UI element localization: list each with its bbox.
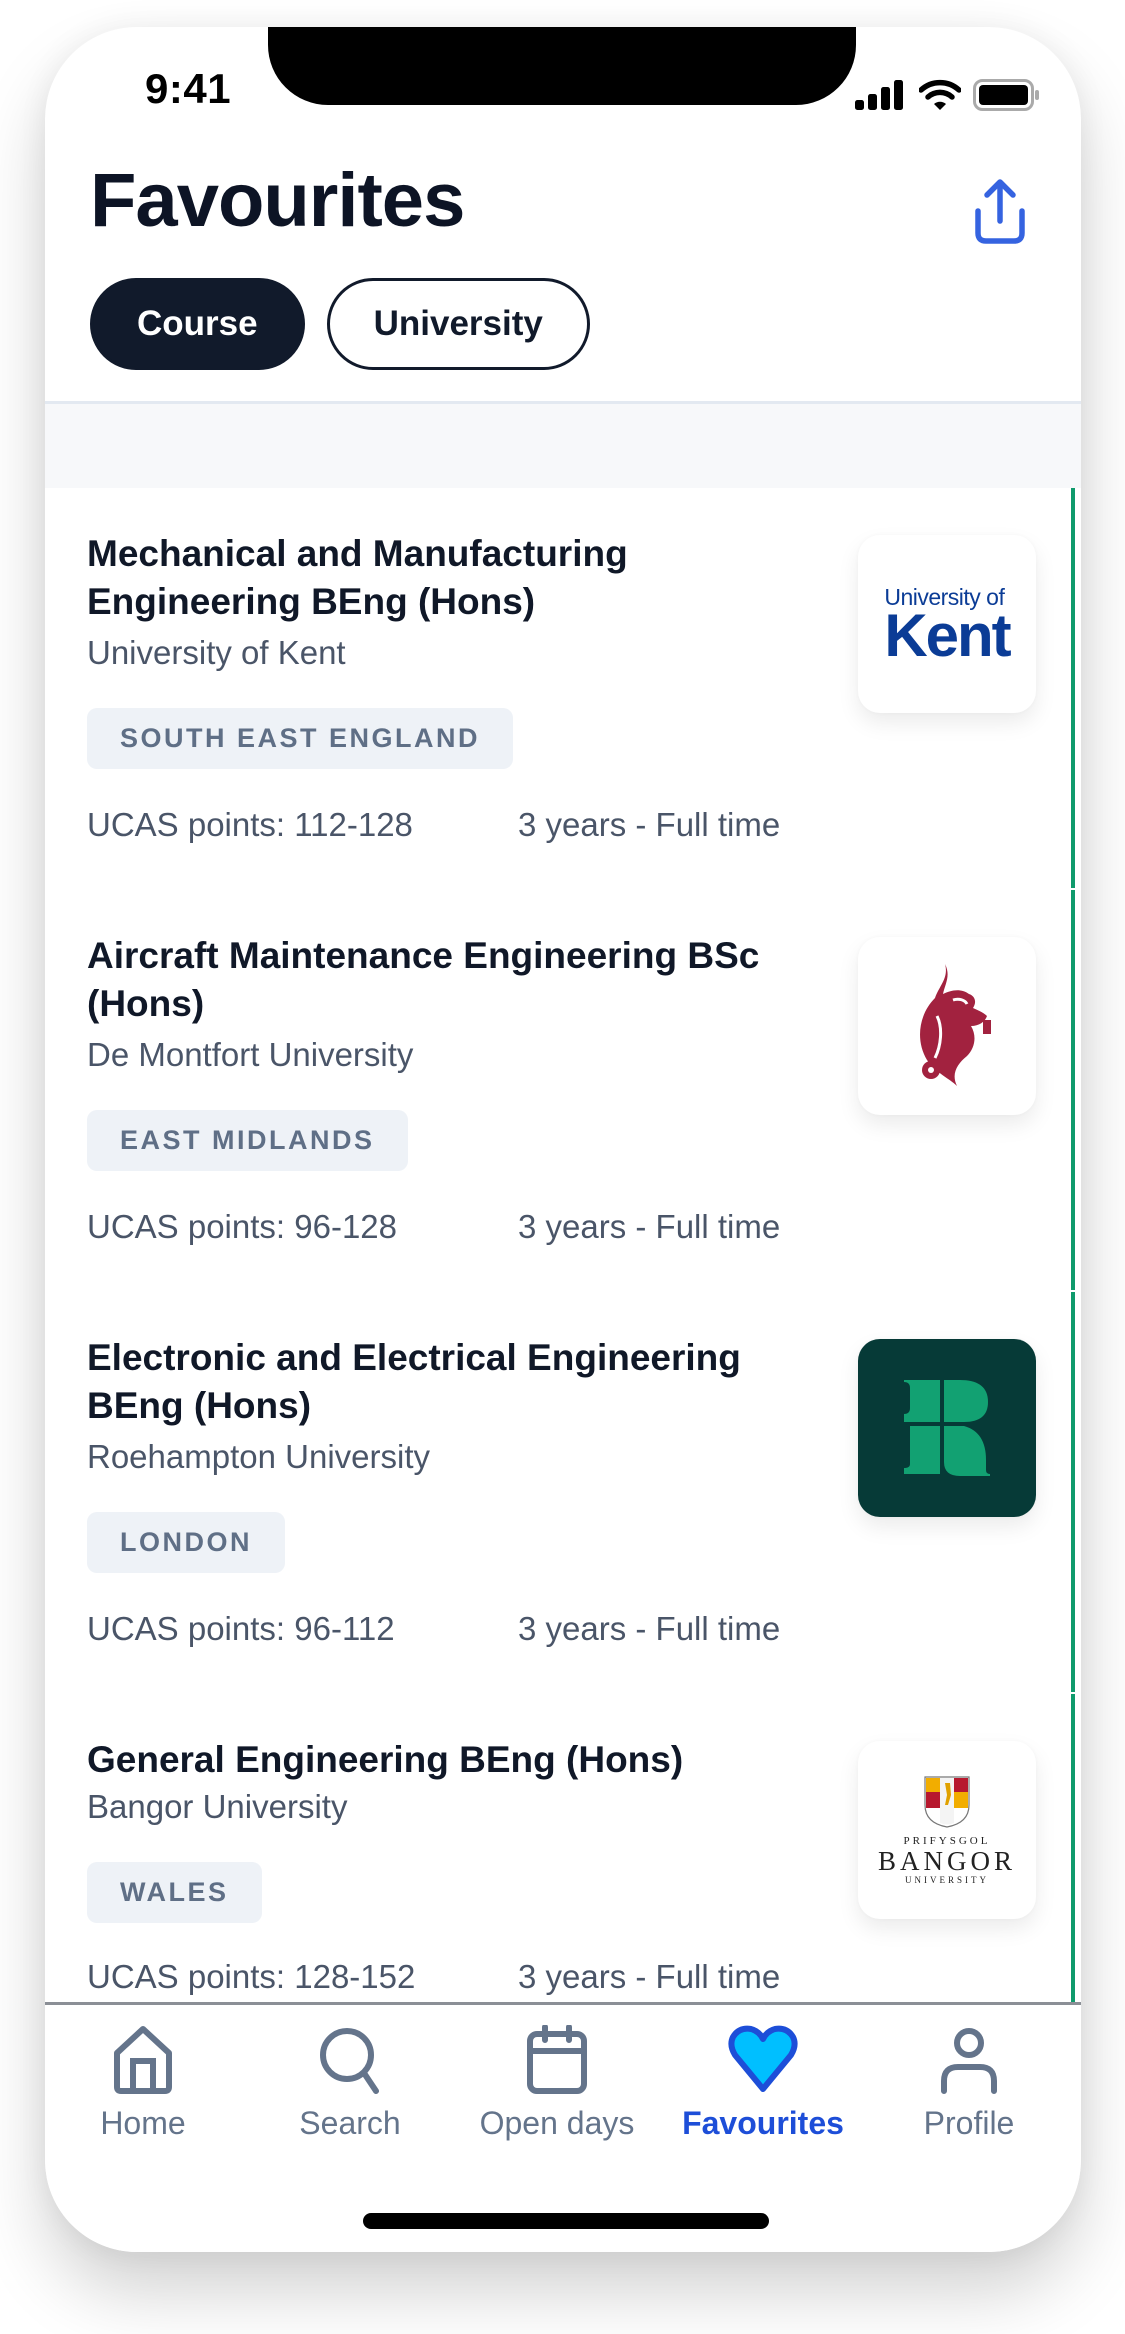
course-card[interactable]: Aircraft Maintenance Engineering BSc (Ho… <box>45 890 1075 1290</box>
nav-profile[interactable]: Profile <box>869 2025 1069 2142</box>
ucas-points: UCAS points: 112-128 <box>87 806 413 843</box>
list-top-spacer <box>45 404 1081 488</box>
tab-course[interactable]: Course <box>90 278 305 370</box>
status-time: 9:41 <box>145 65 232 112</box>
region-tag: LONDON <box>87 1512 285 1573</box>
page-title: Favourites <box>90 158 465 243</box>
share-icon <box>975 179 1025 244</box>
home-indicator[interactable] <box>363 2213 769 2229</box>
lion-crest-icon <box>920 964 991 1086</box>
roehampton-r-icon <box>904 1380 990 1476</box>
signal-icon <box>855 80 903 110</box>
ucas-points: UCAS points: 128-152 <box>87 1958 416 1995</box>
notch <box>268 27 856 105</box>
course-duration: 3 years - Full time <box>518 1958 781 1995</box>
region-tag: WALES <box>87 1862 262 1923</box>
university-logo-kent: University of Kent <box>858 535 1036 713</box>
course-card[interactable]: Mechanical and Manufacturing Engineering… <box>45 488 1075 888</box>
course-title: Aircraft Maintenance Engineering BSc (Ho… <box>87 935 760 1024</box>
nav-favourites[interactable]: Favourites <box>663 2025 863 2142</box>
course-card[interactable]: Electronic and Electrical Engineering BE… <box>45 1292 1075 1692</box>
course-duration: 3 years - Full time <box>518 806 781 843</box>
course-duration: 3 years - Full time <box>518 1208 781 1245</box>
calendar-icon <box>527 2025 587 2094</box>
nav-search[interactable]: Search <box>250 2025 450 2142</box>
logo-text-line2: Kent <box>884 602 1011 669</box>
course-title: Electronic and Electrical Engineering BE… <box>87 1337 741 1426</box>
profile-icon <box>941 2028 997 2094</box>
status-icons <box>855 75 1041 115</box>
nav-label-open-days: Open days <box>479 2105 635 2141</box>
search-icon <box>320 2028 379 2094</box>
segment-tabs: Course University <box>90 278 590 370</box>
university-name: University of Kent <box>87 634 346 671</box>
battery-icon <box>973 79 1039 111</box>
share-button[interactable] <box>970 177 1030 247</box>
region-tag: EAST MIDLANDS <box>87 1110 408 1171</box>
university-logo-roehampton <box>858 1339 1036 1517</box>
wifi-icon <box>919 79 961 110</box>
course-duration: 3 years - Full time <box>518 1610 781 1647</box>
logo-text-line2: BANGOR <box>877 1846 1016 1876</box>
heart-icon <box>728 2025 798 2092</box>
course-title: General Engineering BEng (Hons) <box>87 1739 684 1780</box>
nav-label-search: Search <box>299 2105 401 2141</box>
ucas-points: UCAS points: 96-112 <box>87 1610 395 1647</box>
home-icon <box>114 2026 172 2094</box>
ucas-points: UCAS points: 96-128 <box>87 1208 398 1245</box>
nav-open-days[interactable]: Open days <box>457 2025 657 2142</box>
university-logo-bangor: PRIFYSGOL BANGOR UNIVERSITY <box>858 1741 1036 1919</box>
university-name: Bangor University <box>87 1788 348 1825</box>
nav-label-home: Home <box>100 2105 186 2141</box>
university-logo-de-montfort <box>858 937 1036 1115</box>
nav-home[interactable]: Home <box>45 2025 243 2142</box>
logo-text-line3: UNIVERSITY <box>904 1875 989 1885</box>
nav-label-profile: Profile <box>923 2105 1015 2141</box>
nav-label-favourites: Favourites <box>682 2105 844 2141</box>
university-name: De Montfort University <box>87 1036 414 1073</box>
course-title: Mechanical and Manufacturing Engineering… <box>87 533 628 622</box>
tab-university[interactable]: University <box>326 278 590 370</box>
phone-screen: 9:41 Favourites Course University Mechan… <box>45 27 1081 2252</box>
region-tag: SOUTH EAST ENGLAND <box>87 708 514 769</box>
favourites-list: Mechanical and Manufacturing Engineering… <box>45 488 1081 2096</box>
university-name: Roehampton University <box>87 1438 430 1475</box>
bangor-crest-icon <box>924 1776 970 1828</box>
